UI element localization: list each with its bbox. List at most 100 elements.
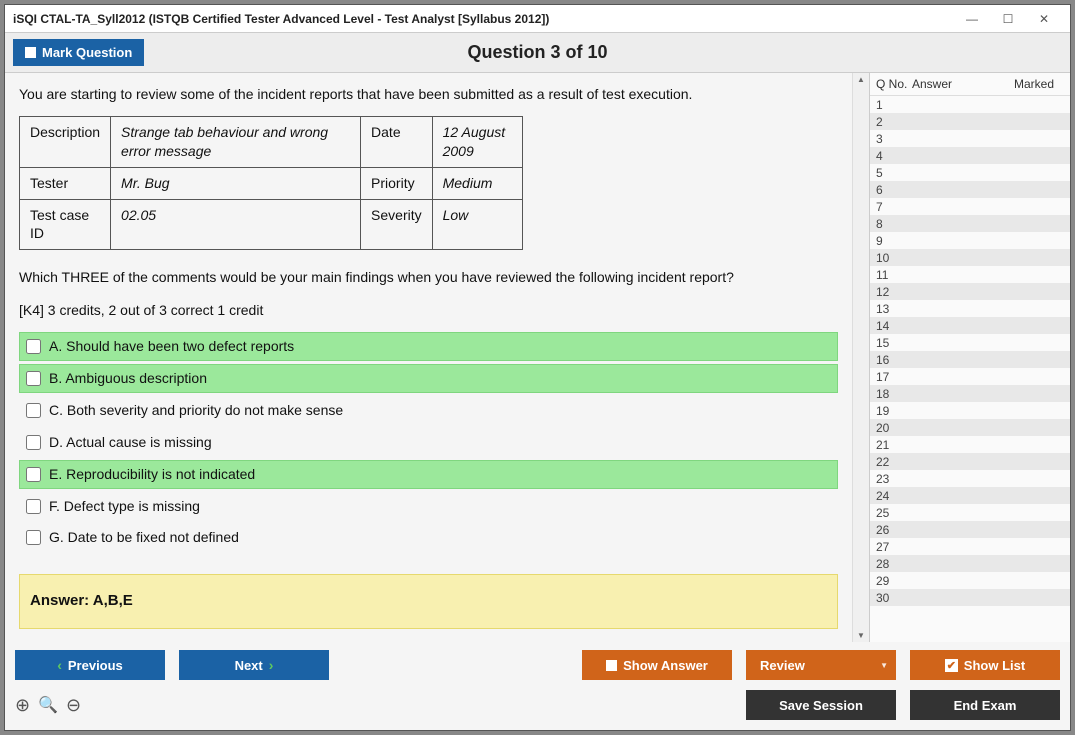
question-counter: Question 3 of 10 [467,42,607,63]
question-list-panel: Q No. Answer Marked 12345678910111213141… [870,73,1070,642]
answer-option-e[interactable]: E. Reproducibility is not indicated [19,460,838,489]
question-list-row[interactable]: 26 [870,521,1070,538]
answer-option-a[interactable]: A. Should have been two defect reports [19,332,838,361]
question-list-row[interactable]: 13 [870,300,1070,317]
question-list-row[interactable]: 1 [870,96,1070,113]
question-list-row[interactable]: 22 [870,453,1070,470]
question-number: 18 [876,387,912,401]
header-answer: Answer [912,77,1014,91]
question-list-row[interactable]: 27 [870,538,1070,555]
answer-option-d[interactable]: D. Actual cause is missing [19,428,838,457]
option-checkbox[interactable] [26,530,41,545]
option-checkbox[interactable] [26,403,41,418]
question-list-row[interactable]: 28 [870,555,1070,572]
answer-option-f[interactable]: F. Defect type is missing [19,492,838,521]
question-list-row[interactable]: 25 [870,504,1070,521]
question-number: 27 [876,540,912,554]
review-button[interactable]: Review ▼ [746,650,896,680]
question-list-row[interactable]: 17 [870,368,1070,385]
question-list-row[interactable]: 15 [870,334,1070,351]
question-list-row[interactable]: 8 [870,215,1070,232]
option-checkbox[interactable] [26,499,41,514]
footer: ‹ Previous Next › Show Answer Review ▼ ✔… [5,642,1070,730]
question-list-row[interactable]: 18 [870,385,1070,402]
save-session-button[interactable]: Save Session [746,690,896,720]
question-list-row[interactable]: 23 [870,470,1070,487]
content-scrollbar[interactable]: ▲ ▼ [852,73,869,642]
zoom-out-icon[interactable] [66,695,81,716]
show-answer-label: Show Answer [623,658,708,673]
scroll-up-icon[interactable]: ▲ [857,75,865,84]
question-list-row[interactable]: 7 [870,198,1070,215]
footer-row-1: ‹ Previous Next › Show Answer Review ▼ ✔… [15,650,1060,680]
question-number: 26 [876,523,912,537]
save-session-label: Save Session [779,698,863,713]
question-number: 14 [876,319,912,333]
question-number: 7 [876,200,912,214]
scroll-down-icon[interactable]: ▼ [857,631,865,640]
option-checkbox[interactable] [26,371,41,386]
answer-option-g[interactable]: G. Date to be fixed not defined [19,523,838,552]
question-list-row[interactable]: 19 [870,402,1070,419]
square-icon [606,660,617,671]
question-list-row[interactable]: 9 [870,232,1070,249]
next-button[interactable]: Next › [179,650,329,680]
question-prompt: Which THREE of the comments would be you… [19,268,838,287]
question-list-row[interactable]: 3 [870,130,1070,147]
question-list-row[interactable]: 10 [870,249,1070,266]
window-title: iSQI CTAL-TA_Syll2012 (ISTQB Certified T… [13,12,954,26]
end-exam-button[interactable]: End Exam [910,690,1060,720]
previous-button[interactable]: ‹ Previous [15,650,165,680]
question-list-row[interactable]: 5 [870,164,1070,181]
question-list-row[interactable]: 16 [870,351,1070,368]
show-list-button[interactable]: ✔ Show List [910,650,1060,680]
maximize-icon[interactable]: ☐ [990,8,1026,30]
question-list-row[interactable]: 30 [870,589,1070,606]
answer-option-b[interactable]: B. Ambiguous description [19,364,838,393]
app-window: iSQI CTAL-TA_Syll2012 (ISTQB Certified T… [4,4,1071,731]
incident-cell: Severity [361,199,433,250]
question-list-row[interactable]: 24 [870,487,1070,504]
show-answer-button[interactable]: Show Answer [582,650,732,680]
option-label: G. Date to be fixed not defined [49,528,239,547]
answer-options: A. Should have been two defect reports B.… [19,332,838,552]
option-label: A. Should have been two defect reports [49,337,294,356]
incident-cell: Date [361,116,433,167]
question-list-row[interactable]: 11 [870,266,1070,283]
question-list-row[interactable]: 21 [870,436,1070,453]
question-list-row[interactable]: 14 [870,317,1070,334]
mark-question-button[interactable]: Mark Question [13,39,144,66]
footer-row-2: Save Session End Exam [15,690,1060,720]
question-list-row[interactable]: 29 [870,572,1070,589]
chevron-right-icon: › [269,657,274,673]
minimize-icon[interactable]: — [954,8,990,30]
main-area: You are starting to review some of the i… [5,73,1070,642]
question-list-row[interactable]: 12 [870,283,1070,300]
question-list-row[interactable]: 4 [870,147,1070,164]
zoom-in-icon[interactable] [15,695,30,716]
question-number: 5 [876,166,912,180]
option-label: F. Defect type is missing [49,497,200,516]
question-list-row[interactable]: 6 [870,181,1070,198]
incident-cell: Low [432,199,522,250]
zoom-controls [15,695,81,716]
question-number: 21 [876,438,912,452]
incident-report-table: Description Strange tab behaviour and wr… [19,116,523,250]
answer-option-c[interactable]: C. Both severity and priority do not mak… [19,396,838,425]
close-icon[interactable]: ✕ [1026,8,1062,30]
question-number: 29 [876,574,912,588]
question-list[interactable]: 1234567891011121314151617181920212223242… [870,96,1070,642]
mark-question-label: Mark Question [42,45,132,60]
question-list-row[interactable]: 20 [870,419,1070,436]
question-number: 25 [876,506,912,520]
zoom-reset-icon[interactable] [38,695,58,716]
option-checkbox[interactable] [26,435,41,450]
question-list-row[interactable]: 2 [870,113,1070,130]
option-checkbox[interactable] [26,339,41,354]
question-number: 17 [876,370,912,384]
question-number: 8 [876,217,912,231]
incident-cell: 12 August 2009 [432,116,522,167]
review-label: Review [760,658,805,673]
option-checkbox[interactable] [26,467,41,482]
show-list-label: Show List [964,658,1025,673]
